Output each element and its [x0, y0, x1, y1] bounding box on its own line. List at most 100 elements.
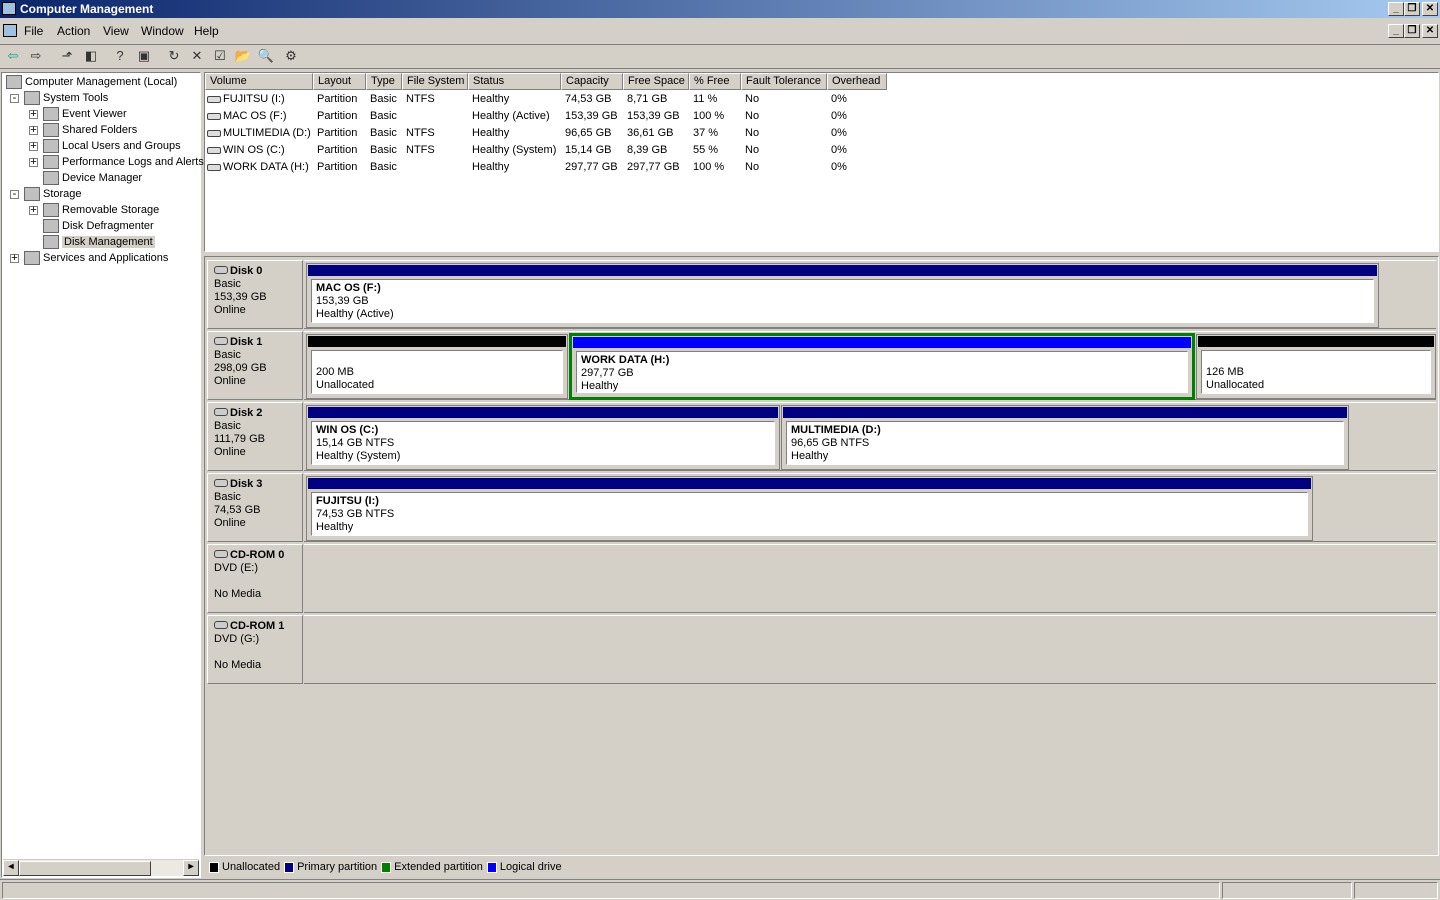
- tree-item[interactable]: System Tools: [24, 91, 108, 105]
- column-header[interactable]: Free Space: [623, 73, 689, 90]
- table-cell[interactable]: 55 %: [693, 142, 718, 159]
- table-cell[interactable]: WIN OS (C:): [207, 142, 285, 159]
- table-cell[interactable]: Basic: [370, 91, 397, 108]
- disk-label[interactable]: Disk 2 Basic 111,79 GB Online: [207, 402, 303, 471]
- column-header[interactable]: Type: [366, 73, 402, 90]
- column-header[interactable]: Status: [468, 73, 561, 90]
- table-cell[interactable]: Healthy: [472, 159, 509, 176]
- table-cell[interactable]: 100 %: [693, 108, 724, 125]
- disk-label[interactable]: Disk 0 Basic 153,39 GB Online: [207, 260, 303, 329]
- horizontal-scrollbar[interactable]: ◂ ▸: [3, 859, 199, 876]
- expand-icon[interactable]: +: [29, 109, 38, 120]
- delete-icon[interactable]: ✕: [188, 48, 206, 64]
- table-cell[interactable]: No: [745, 91, 759, 108]
- table-cell[interactable]: 74,53 GB: [565, 91, 611, 108]
- properties-icon[interactable]: ☑: [211, 48, 229, 64]
- tree-item[interactable]: Performance Logs and Alerts: [43, 155, 204, 169]
- expand-icon[interactable]: +: [29, 141, 38, 152]
- table-cell[interactable]: No: [745, 159, 759, 176]
- table-cell[interactable]: Healthy (Active): [472, 108, 550, 125]
- table-cell[interactable]: 15,14 GB: [565, 142, 611, 159]
- table-cell[interactable]: FUJITSU (I:): [207, 91, 285, 108]
- table-cell[interactable]: 0%: [831, 91, 847, 108]
- partition-primary[interactable]: FUJITSU (I:) 74,53 GB NTFS Healthy: [306, 476, 1313, 541]
- tree-item[interactable]: Device Manager: [43, 171, 142, 185]
- minimize-button[interactable]: _: [1388, 2, 1404, 16]
- table-cell[interactable]: 8,39 GB: [627, 142, 667, 159]
- table-cell[interactable]: Basic: [370, 142, 397, 159]
- child-restore-button[interactable]: ❐: [1404, 24, 1420, 38]
- scroll-thumb[interactable]: [19, 861, 151, 876]
- tree-item[interactable]: Local Users and Groups: [43, 139, 181, 153]
- table-cell[interactable]: 37 %: [693, 125, 718, 142]
- column-header[interactable]: Volume: [205, 73, 313, 90]
- tree-item[interactable]: Storage: [24, 187, 82, 201]
- partition-primary[interactable]: MAC OS (F:) 153,39 GB Healthy (Active): [306, 263, 1379, 328]
- table-cell[interactable]: 8,71 GB: [627, 91, 667, 108]
- table-cell[interactable]: 0%: [831, 125, 847, 142]
- table-cell[interactable]: Basic: [370, 125, 397, 142]
- partition-unallocated[interactable]: 126 MB Unallocated: [1196, 334, 1436, 399]
- scroll-left-button[interactable]: ◂: [3, 860, 19, 876]
- menu-help[interactable]: Help: [194, 24, 219, 38]
- partition-unallocated[interactable]: 200 MB Unallocated: [306, 334, 568, 399]
- table-cell[interactable]: No: [745, 125, 759, 142]
- table-cell[interactable]: NTFS: [406, 91, 435, 108]
- table-cell[interactable]: Basic: [370, 108, 397, 125]
- table-cell[interactable]: 36,61 GB: [627, 125, 673, 142]
- action-pane-icon[interactable]: ▣: [135, 48, 153, 64]
- collapse-icon[interactable]: -: [10, 93, 19, 104]
- expand-icon[interactable]: +: [29, 125, 38, 136]
- table-cell[interactable]: Healthy: [472, 91, 509, 108]
- table-cell[interactable]: 153,39 GB: [565, 108, 618, 125]
- table-cell[interactable]: No: [745, 108, 759, 125]
- disk-label[interactable]: Disk 1 Basic 298,09 GB Online: [207, 331, 303, 400]
- scroll-right-button[interactable]: ▸: [183, 860, 199, 876]
- table-cell[interactable]: 297,77 GB: [565, 159, 618, 176]
- menu-window[interactable]: Window: [141, 24, 184, 38]
- table-cell[interactable]: NTFS: [406, 125, 435, 142]
- table-cell[interactable]: No: [745, 142, 759, 159]
- table-cell[interactable]: Partition: [317, 142, 357, 159]
- table-cell[interactable]: WORK DATA (H:): [207, 159, 309, 176]
- column-header[interactable]: Fault Tolerance: [741, 73, 827, 90]
- open-icon[interactable]: 📂: [234, 48, 252, 64]
- up-folder-icon[interactable]: ⬏: [58, 48, 76, 64]
- child-minimize-button[interactable]: _: [1388, 24, 1404, 38]
- disk-label[interactable]: CD-ROM 0 DVD (E:) No Media: [207, 544, 303, 613]
- table-cell[interactable]: Partition: [317, 91, 357, 108]
- table-cell[interactable]: 153,39 GB: [627, 108, 680, 125]
- table-cell[interactable]: 297,77 GB: [627, 159, 680, 176]
- table-cell[interactable]: 0%: [831, 159, 847, 176]
- close-button[interactable]: ✕: [1422, 2, 1438, 16]
- menu-action[interactable]: Action: [57, 24, 90, 38]
- expand-icon[interactable]: +: [29, 205, 38, 216]
- table-cell[interactable]: Partition: [317, 125, 357, 142]
- table-cell[interactable]: NTFS: [406, 142, 435, 159]
- table-cell[interactable]: Partition: [317, 108, 357, 125]
- tree-item[interactable]: Services and Applications: [24, 251, 168, 265]
- tree-item[interactable]: Event Viewer: [43, 107, 127, 121]
- back-icon[interactable]: ⇦: [4, 48, 22, 64]
- partition-logical[interactable]: WORK DATA (H:) 297,77 GB Healthy: [569, 333, 1195, 400]
- table-cell[interactable]: MAC OS (F:): [207, 108, 287, 125]
- partition-primary[interactable]: MULTIMEDIA (D:) 96,65 GB NTFS Healthy: [781, 405, 1349, 470]
- tree-item[interactable]: Disk Defragmenter: [43, 219, 154, 233]
- collapse-icon[interactable]: -: [10, 189, 19, 200]
- tree-root[interactable]: Computer Management (Local): [6, 75, 177, 89]
- expand-icon[interactable]: +: [10, 253, 19, 264]
- partition-primary[interactable]: WIN OS (C:) 15,14 GB NTFS Healthy (System): [306, 405, 780, 470]
- table-cell[interactable]: 0%: [831, 142, 847, 159]
- table-cell[interactable]: 100 %: [693, 159, 724, 176]
- column-header[interactable]: Overhead: [827, 73, 887, 90]
- restore-button[interactable]: ❐: [1404, 2, 1420, 16]
- show-hide-tree-icon[interactable]: ◧: [82, 48, 100, 64]
- menu-view[interactable]: View: [103, 24, 129, 38]
- column-header[interactable]: File System: [402, 73, 468, 90]
- table-cell[interactable]: Basic: [370, 159, 397, 176]
- table-cell[interactable]: MULTIMEDIA (D:): [207, 125, 311, 142]
- tree-item[interactable]: Removable Storage: [43, 203, 159, 217]
- forward-icon[interactable]: ⇨: [27, 48, 45, 64]
- table-cell[interactable]: Partition: [317, 159, 357, 176]
- disk-label[interactable]: CD-ROM 1 DVD (G:) No Media: [207, 615, 303, 684]
